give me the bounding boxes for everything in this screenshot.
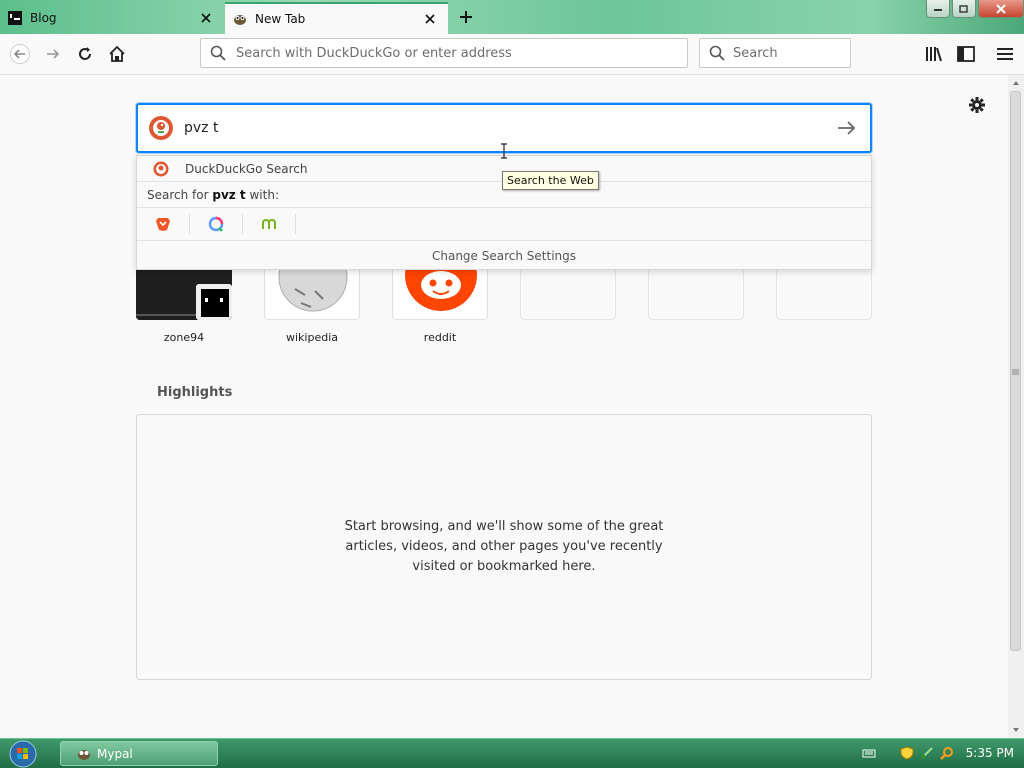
top-site-tile-empty[interactable] [648,268,744,320]
search-for-query: pvz t [212,187,246,202]
engine-qwant-button[interactable] [190,214,243,234]
duckduckgo-logo-icon [153,161,169,177]
search-for-suffix: with: [245,187,279,202]
url-input[interactable] [234,44,687,62]
search-icon [210,45,226,61]
tab-bar: Blog New Tab [0,0,1024,34]
scroll-thumb[interactable] [1010,91,1021,651]
scroll-up-icon [1013,81,1019,85]
top-site-tile-empty[interactable] [520,268,616,320]
reddit-logo-icon [405,269,477,311]
search-icon [709,45,725,61]
windows-taskbar: Mypal 5:35 PM [0,738,1024,768]
top-site-tile-wikipedia[interactable] [264,268,360,320]
scroll-down-icon [1013,728,1019,732]
menu-button[interactable] [991,40,1019,68]
forward-arrow-icon [47,49,60,59]
highlights-empty-panel: Start browsing, and we'll show some of t… [136,414,872,680]
tab-new-tab[interactable]: New Tab [225,2,448,34]
system-tray: 5:35 PM [856,739,1024,767]
qwant-icon [208,216,224,232]
plus-icon [460,11,472,23]
search-input[interactable] [731,44,905,62]
engine-brave-button[interactable] [137,214,190,234]
network-icon[interactable] [920,746,934,760]
url-bar[interactable] [200,38,688,68]
taskbar-app-mypal[interactable]: Mypal [60,741,218,766]
suggestion-label: DuckDuckGo Search [185,161,308,176]
windows-logo-icon [9,740,37,768]
reload-button[interactable] [71,40,99,68]
one-off-search-engines [137,208,871,241]
restore-button[interactable] [952,0,976,18]
home-button[interactable] [103,40,131,68]
forward-button[interactable] [39,40,67,68]
tab-blog[interactable]: Blog [0,2,224,34]
tab-label: Blog [30,11,57,25]
search-tray-icon[interactable] [939,746,954,760]
sidebar-icon [957,46,975,62]
search-bar[interactable] [699,38,905,68]
tab-label: New Tab [255,12,306,26]
back-button[interactable] [6,40,34,68]
taskbar-app-label: Mypal [97,746,133,761]
top-site-label[interactable]: wikipedia [264,331,360,344]
brave-icon [156,218,170,231]
taskbar-clock[interactable]: 5:35 PM [966,746,1014,760]
settings-gear-icon[interactable] [968,96,986,114]
page-search-input[interactable] [182,119,834,137]
tooltip: Search the Web [502,171,599,190]
library-icon [926,47,942,62]
close-window-button[interactable] [978,0,1024,18]
mojeek-icon [262,218,276,229]
reload-icon [79,47,91,60]
wikipedia-globe-icon [278,269,348,312]
window-controls [924,0,1024,18]
keyboard-icon[interactable] [862,746,876,760]
mypal-favicon-icon [233,12,247,26]
mypal-icon [77,747,91,761]
duckduckgo-logo-icon [148,115,174,141]
new-tab-button[interactable] [455,6,477,28]
top-site-tile-zone94[interactable] [136,268,232,320]
vertical-scrollbar[interactable] [1008,75,1024,738]
library-button[interactable] [920,40,948,68]
sidebar-button[interactable] [952,40,980,68]
search-submit-arrow-icon[interactable] [834,116,858,140]
start-button[interactable] [6,740,40,768]
shield-icon[interactable] [900,746,914,760]
engine-mojeek-button[interactable] [243,214,296,234]
hamburger-menu-icon [997,48,1013,60]
search-for-prefix: Search for [147,187,213,202]
back-arrow-icon [10,44,30,64]
minimize-button[interactable] [926,0,950,18]
navigation-toolbar [0,34,1024,75]
close-tab-icon[interactable] [422,11,438,27]
home-icon [109,45,125,62]
top-site-tile-reddit[interactable] [392,268,488,320]
zone94-thumbnail [136,268,232,320]
top-site-label[interactable]: reddit [392,331,488,344]
change-search-settings-button[interactable]: Change Search Settings [137,241,871,271]
blog-favicon-icon [8,11,22,25]
highlights-empty-message: Start browsing, and we'll show some of t… [344,519,664,574]
text-cursor-icon [501,143,507,159]
top-site-tile-empty[interactable] [776,268,872,320]
highlights-heading: Highlights [157,385,233,400]
close-tab-icon[interactable] [198,10,214,26]
top-site-label[interactable]: zone94 [136,331,232,344]
